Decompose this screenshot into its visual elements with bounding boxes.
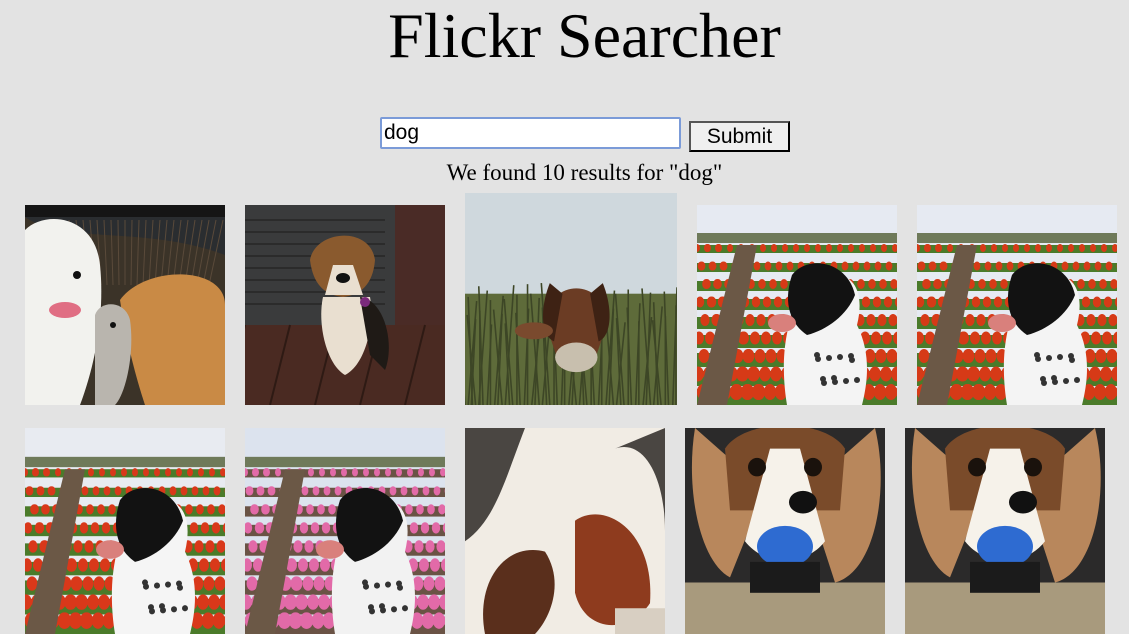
photo-thumbnail[interactable] bbox=[25, 205, 225, 405]
dog-photo-image bbox=[25, 428, 225, 634]
photo-thumbnail[interactable] bbox=[25, 428, 225, 634]
dog-photo-image bbox=[245, 428, 445, 634]
photo-thumbnail[interactable] bbox=[685, 428, 885, 634]
photo-thumbnail[interactable] bbox=[697, 205, 897, 405]
dog-photo-image bbox=[25, 205, 225, 405]
photo-thumbnail[interactable] bbox=[245, 428, 445, 634]
submit-button[interactable]: Submit bbox=[689, 121, 790, 152]
photo-thumbnail[interactable] bbox=[905, 428, 1105, 634]
dog-photo-image bbox=[917, 205, 1117, 405]
search-input[interactable] bbox=[380, 117, 681, 149]
dog-photo-image bbox=[697, 205, 897, 405]
photo-thumbnail[interactable] bbox=[245, 205, 445, 405]
dog-photo-image bbox=[465, 428, 665, 634]
dog-photo-image bbox=[685, 428, 885, 634]
dog-photo-image bbox=[245, 205, 445, 405]
dog-photo-image bbox=[905, 428, 1105, 634]
page-title: Flickr Searcher bbox=[388, 0, 781, 71]
photo-thumbnail[interactable] bbox=[465, 193, 677, 405]
dog-photo-image bbox=[465, 193, 677, 405]
results-summary: We found 10 results for "dog" bbox=[446, 160, 723, 185]
photo-thumbnail[interactable] bbox=[465, 428, 665, 634]
photo-thumbnail[interactable] bbox=[917, 205, 1117, 405]
